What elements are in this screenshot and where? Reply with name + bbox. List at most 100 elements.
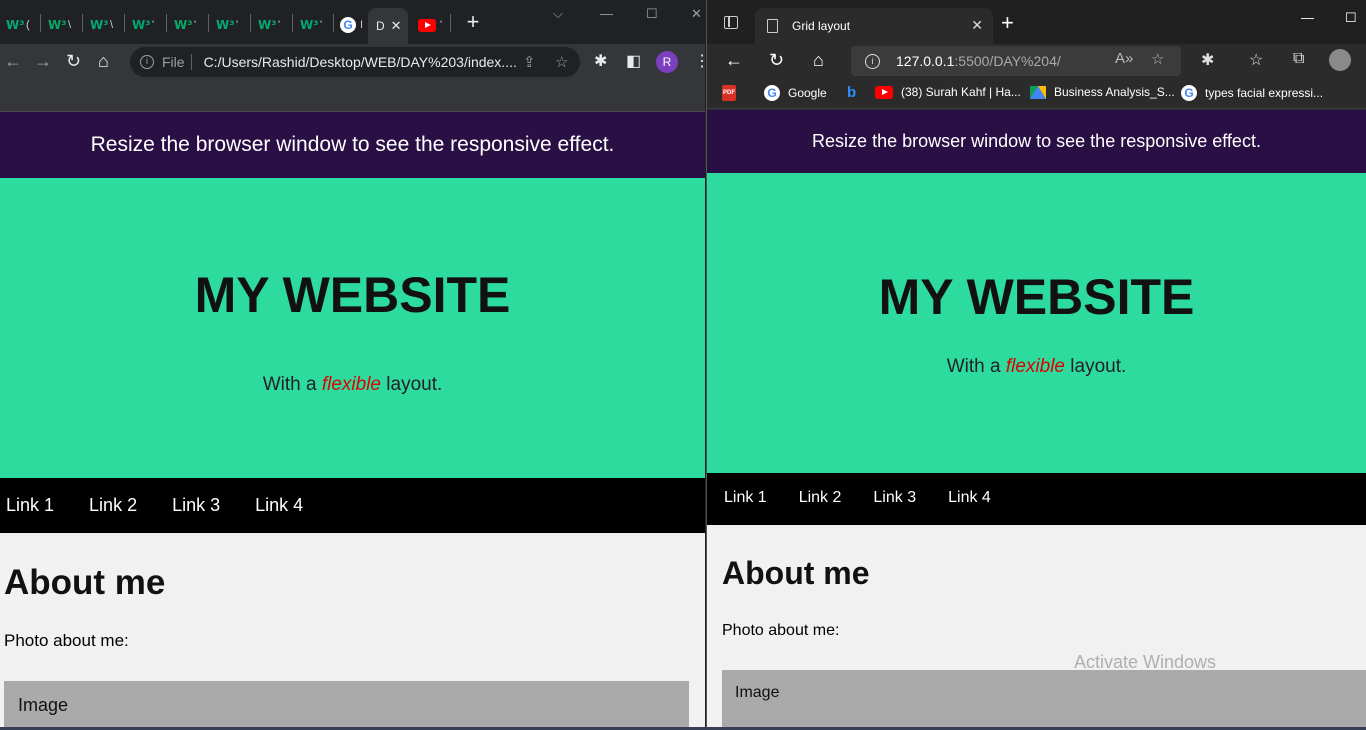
nav-link-1[interactable]: Link 1 <box>6 478 54 533</box>
collections-icon[interactable]: ⧉ <box>1293 50 1304 68</box>
avatar[interactable]: R <box>656 51 678 73</box>
forward-icon[interactable]: → <box>34 52 52 70</box>
nav-link-3[interactable]: Link 3 <box>873 473 916 525</box>
site-subtitle: With a flexible layout. <box>946 356 1127 377</box>
bookmark-drive[interactable]: Business Analysis_S... <box>1030 85 1175 99</box>
extensions-icon[interactable]: ✱ <box>594 51 607 71</box>
navbar: Link 1 Link 2 Link 3 Link 4 <box>707 473 1366 525</box>
favorites-icon[interactable]: ☆ <box>1249 50 1263 70</box>
bookmark-bing[interactable]: b <box>847 85 859 101</box>
banner: Resize the browser window to see the res… <box>0 112 705 178</box>
new-tab-button[interactable]: + <box>1001 10 1014 36</box>
emphasis-text: flexible <box>321 374 381 395</box>
profile-icon[interactable] <box>1329 49 1351 71</box>
tab-w3schools-5[interactable]: W³ ' <box>170 10 210 40</box>
tab-w3schools-4[interactable]: W³ ' <box>128 10 168 40</box>
tab-label: ' <box>194 19 197 31</box>
bookmark-google[interactable]: G Google <box>764 85 827 101</box>
image-placeholder-text: Image <box>735 684 780 701</box>
minimize-button[interactable]: — <box>1301 10 1314 25</box>
tab-active[interactable]: D ✕ <box>368 8 408 44</box>
activate-windows-watermark: Activate Windows <box>1074 652 1217 672</box>
w3schools-icon: W³ <box>174 18 193 32</box>
close-icon[interactable]: ✕ <box>971 17 983 34</box>
photo-label: Photo about me: <box>4 631 129 650</box>
tab-label: \ <box>68 19 72 31</box>
tab-w3schools-2[interactable]: W³ \ <box>44 10 84 40</box>
nav-link-1[interactable]: Link 1 <box>724 473 767 525</box>
left-tab-strip: W³ ( W³ \ W³ \ W³ ' W³ ' W³ ' W³ ' W³ ' … <box>0 0 705 44</box>
tab-grid-layout[interactable]: Grid layout ✕ <box>755 8 993 44</box>
side-panel-icon[interactable]: ◧ <box>626 51 641 71</box>
extensions-icon[interactable]: ✱ <box>1201 50 1214 70</box>
tab-label: I <box>360 19 364 31</box>
url-text: C:/Users/Rashid/Desktop/WEB/DAY%203/inde… <box>203 54 517 70</box>
nav-link-4[interactable]: Link 4 <box>948 473 991 525</box>
back-icon[interactable]: ← <box>4 52 22 70</box>
nav-link-2[interactable]: Link 2 <box>89 478 137 533</box>
tab-w3schools-8[interactable]: W³ ' <box>296 10 336 40</box>
tab-label: ' <box>236 19 239 31</box>
maximize-button[interactable]: ☐ <box>1345 10 1357 26</box>
nav-link-3[interactable]: Link 3 <box>172 478 220 533</box>
tab-w3schools-1[interactable]: W³ ( <box>2 10 42 40</box>
bookmark-google-search[interactable]: G types facial expressi... <box>1181 85 1323 101</box>
new-tab-button[interactable]: + <box>462 11 484 34</box>
maximize-button[interactable]: ☐ <box>646 6 658 22</box>
site-title: MY WEBSITE <box>878 269 1195 325</box>
google-drive-icon <box>1030 85 1046 99</box>
tab-search-icon[interactable]: ⌵ <box>553 6 563 22</box>
site-subtitle: With a flexible layout. <box>262 374 443 395</box>
reload-icon[interactable]: ↻ <box>769 50 784 71</box>
bing-icon: b <box>847 84 857 101</box>
image-placeholder-text: Image <box>18 695 69 715</box>
home-icon[interactable]: ⌂ <box>98 52 109 70</box>
about-heading: About me <box>722 555 870 591</box>
menu-icon[interactable]: ⋮ <box>694 51 705 71</box>
youtube-icon <box>875 85 893 99</box>
right-browser-window: Grid layout ✕ + — ☐ ← ↻ ⌂ i 127.0.0.1:55… <box>706 0 1366 730</box>
tab-w3schools-6[interactable]: W³ ' <box>212 10 252 40</box>
youtube-icon <box>418 18 436 32</box>
hero: MY WEBSITE With a flexible layout. <box>707 173 1366 473</box>
bookmark-star-icon[interactable]: ☆ <box>555 53 568 71</box>
about-section: About me Photo about me: Image <box>0 533 705 730</box>
info-icon[interactable]: i <box>865 53 880 69</box>
nav-link-2[interactable]: Link 2 <box>799 473 842 525</box>
read-aloud-icon[interactable]: A» <box>1115 50 1133 67</box>
tab-youtube[interactable]: ' <box>414 10 454 40</box>
document-icon <box>767 19 778 33</box>
share-icon[interactable]: ⇪ <box>523 53 536 71</box>
close-icon[interactable]: ✕ <box>391 18 402 34</box>
home-icon[interactable]: ⌂ <box>813 50 824 71</box>
minimize-button[interactable]: — <box>600 6 613 21</box>
back-icon[interactable]: ← <box>725 50 743 71</box>
pdf-icon: PDF <box>722 85 736 101</box>
image-placeholder: Image <box>4 681 689 730</box>
tab-label: ' <box>152 19 155 31</box>
banner-text: Resize the browser window to see the res… <box>812 131 1261 151</box>
w3schools-icon: W³ <box>300 18 319 32</box>
favorite-add-icon[interactable]: ☆ <box>1151 50 1164 68</box>
close-window-button[interactable]: ✕ <box>691 6 702 22</box>
address-bar[interactable]: i File C:/Users/Rashid/Desktop/WEB/DAY%2… <box>130 47 580 77</box>
bookmark-youtube[interactable]: (38) Surah Kahf | Ha... <box>875 85 1021 99</box>
tab-w3schools-7[interactable]: W³ ' <box>254 10 294 40</box>
w3schools-icon: W³ <box>216 18 235 32</box>
info-icon[interactable]: i <box>140 55 154 69</box>
url-host: 127.0.0.1 <box>896 53 955 69</box>
reload-icon[interactable]: ↻ <box>66 52 81 70</box>
bookmark-label: (38) Surah Kahf | Ha... <box>901 85 1021 99</box>
bookmark-label: Business Analysis_S... <box>1054 85 1175 99</box>
tab-label: ' <box>440 19 443 31</box>
left-page-content: Resize the browser window to see the res… <box>0 112 705 730</box>
bookmark-pdf[interactable]: PDF <box>722 85 736 101</box>
about-heading: About me <box>4 563 166 602</box>
tab-w3schools-3[interactable]: W³ \ <box>86 10 126 40</box>
w3schools-icon: W³ <box>6 18 25 32</box>
nav-link-4[interactable]: Link 4 <box>255 478 303 533</box>
scheme-label: File <box>162 54 185 70</box>
tab-label: D <box>376 19 385 33</box>
tab-actions-icon[interactable] <box>724 16 738 29</box>
right-page-content: Resize the browser window to see the res… <box>707 110 1366 730</box>
